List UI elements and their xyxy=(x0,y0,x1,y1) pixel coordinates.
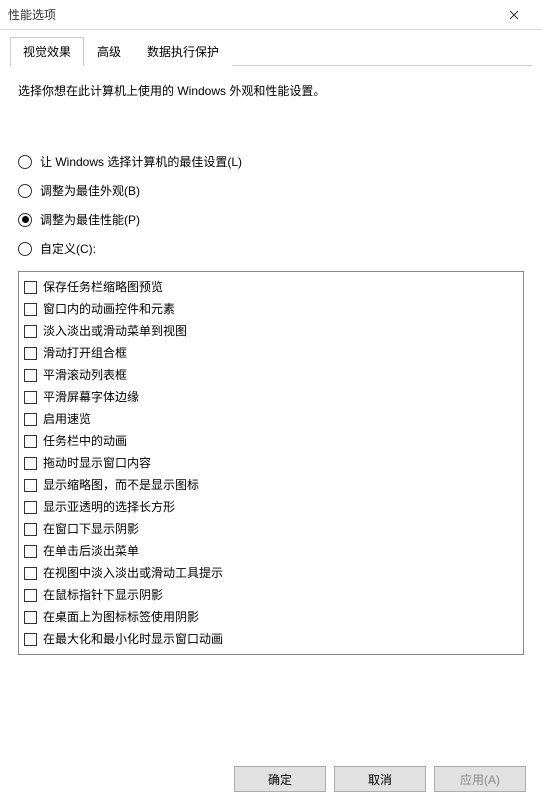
checkbox-label: 平滑滚动列表框 xyxy=(43,366,127,384)
checkbox-icon xyxy=(24,325,37,338)
checkbox-label: 在窗口下显示阴影 xyxy=(43,520,139,538)
tab-label: 数据执行保护 xyxy=(147,45,219,59)
radio-icon xyxy=(18,184,32,198)
radio-label: 调整为最佳外观(B) xyxy=(40,182,140,199)
tab-dep[interactable]: 数据执行保护 xyxy=(134,37,232,66)
description-text: 选择你想在此计算机上使用的 Windows 外观和性能设置。 xyxy=(18,82,524,99)
checkbox-item[interactable]: 淡入淡出或滑动菜单到视图 xyxy=(23,320,519,342)
radio-label: 自定义(C): xyxy=(40,240,96,257)
window-title: 性能选项 xyxy=(8,6,494,23)
checkbox-label: 滑动打开组合框 xyxy=(43,344,127,362)
button-label: 确定 xyxy=(268,771,292,788)
close-button[interactable] xyxy=(494,1,534,29)
close-icon xyxy=(509,10,519,20)
dialog-content: 视觉效果 高级 数据执行保护 选择你想在此计算机上使用的 Windows 外观和… xyxy=(0,30,542,806)
checkbox-label: 在视图中淡入淡出或滑动工具提示 xyxy=(43,564,223,582)
checkbox-label: 显示亚透明的选择长方形 xyxy=(43,498,175,516)
checkbox-label: 平滑屏幕字体边缘 xyxy=(43,388,139,406)
checkbox-item[interactable]: 在桌面上为图标标签使用阴影 xyxy=(23,606,519,628)
checkbox-item[interactable]: 显示亚透明的选择长方形 xyxy=(23,496,519,518)
checkbox-label: 在鼠标指针下显示阴影 xyxy=(43,586,163,604)
checkbox-label: 保存任务栏缩略图预览 xyxy=(43,278,163,296)
checkbox-item[interactable]: 在窗口下显示阴影 xyxy=(23,518,519,540)
tab-label: 高级 xyxy=(97,45,121,59)
tab-visual-effects[interactable]: 视觉效果 xyxy=(10,37,84,66)
checkbox-icon xyxy=(24,347,37,360)
checkbox-icon xyxy=(24,435,37,448)
checkbox-item[interactable]: 保存任务栏缩略图预览 xyxy=(23,276,519,298)
checkbox-label: 在最大化和最小化时显示窗口动画 xyxy=(43,630,223,648)
checkbox-icon xyxy=(24,479,37,492)
checkbox-item[interactable]: 任务栏中的动画 xyxy=(23,430,519,452)
checkbox-label: 任务栏中的动画 xyxy=(43,432,127,450)
checkbox-icon xyxy=(24,281,37,294)
checkbox-label: 窗口内的动画控件和元素 xyxy=(43,300,175,318)
checkbox-label: 拖动时显示窗口内容 xyxy=(43,454,151,472)
tab-strip: 视觉效果 高级 数据执行保护 xyxy=(10,36,532,66)
checkbox-label: 启用速览 xyxy=(43,410,91,428)
tab-body: 选择你想在此计算机上使用的 Windows 外观和性能设置。 让 Windows… xyxy=(10,80,532,754)
checkbox-icon xyxy=(24,633,37,646)
radio-icon xyxy=(18,242,32,256)
checkbox-item[interactable]: 平滑滚动列表框 xyxy=(23,364,519,386)
checkbox-label: 在桌面上为图标标签使用阴影 xyxy=(43,608,199,626)
checkbox-item[interactable]: 在鼠标指针下显示阴影 xyxy=(23,584,519,606)
radio-icon xyxy=(18,155,32,169)
checkbox-label: 淡入淡出或滑动菜单到视图 xyxy=(43,322,187,340)
checkbox-icon xyxy=(24,501,37,514)
visual-options-list[interactable]: 保存任务栏缩略图预览窗口内的动画控件和元素淡入淡出或滑动菜单到视图滑动打开组合框… xyxy=(18,271,524,655)
radio-best-appearance[interactable]: 调整为最佳外观(B) xyxy=(18,176,524,205)
checkbox-item[interactable]: 在最大化和最小化时显示窗口动画 xyxy=(23,628,519,650)
checkbox-item[interactable]: 窗口内的动画控件和元素 xyxy=(23,298,519,320)
checkbox-icon xyxy=(24,303,37,316)
apply-button[interactable]: 应用(A) xyxy=(434,766,526,792)
checkbox-item[interactable]: 平滑屏幕字体边缘 xyxy=(23,386,519,408)
radio-best-performance[interactable]: 调整为最佳性能(P) xyxy=(18,205,524,234)
checkbox-icon xyxy=(24,523,37,536)
button-label: 应用(A) xyxy=(460,771,500,788)
ok-button[interactable]: 确定 xyxy=(234,766,326,792)
checkbox-item[interactable]: 拖动时显示窗口内容 xyxy=(23,452,519,474)
radio-label: 调整为最佳性能(P) xyxy=(40,211,140,228)
cancel-button[interactable]: 取消 xyxy=(334,766,426,792)
checkbox-icon xyxy=(24,589,37,602)
radio-custom[interactable]: 自定义(C): xyxy=(18,234,524,263)
checkbox-label: 显示缩略图，而不是显示图标 xyxy=(43,476,199,494)
tab-label: 视觉效果 xyxy=(23,45,71,59)
checkbox-item[interactable]: 在视图中淡入淡出或滑动工具提示 xyxy=(23,562,519,584)
button-label: 取消 xyxy=(368,771,392,788)
checkbox-item[interactable]: 启用速览 xyxy=(23,408,519,430)
radio-let-windows-choose[interactable]: 让 Windows 选择计算机的最佳设置(L) xyxy=(18,147,524,176)
radio-group: 让 Windows 选择计算机的最佳设置(L) 调整为最佳外观(B) 调整为最佳… xyxy=(18,147,524,263)
checkbox-icon xyxy=(24,567,37,580)
dialog-buttons: 确定 取消 应用(A) xyxy=(10,754,532,796)
radio-label: 让 Windows 选择计算机的最佳设置(L) xyxy=(40,153,242,170)
checkbox-icon xyxy=(24,391,37,404)
checkbox-item[interactable]: 滑动打开组合框 xyxy=(23,342,519,364)
checkbox-icon xyxy=(24,611,37,624)
checkbox-item[interactable]: 显示缩略图，而不是显示图标 xyxy=(23,474,519,496)
checkbox-icon xyxy=(24,457,37,470)
checkbox-icon xyxy=(24,545,37,558)
radio-icon xyxy=(18,213,32,227)
titlebar: 性能选项 xyxy=(0,0,542,30)
tab-advanced[interactable]: 高级 xyxy=(84,37,134,66)
checkbox-icon xyxy=(24,369,37,382)
checkbox-icon xyxy=(24,413,37,426)
checkbox-label: 在单击后淡出菜单 xyxy=(43,542,139,560)
checkbox-item[interactable]: 在单击后淡出菜单 xyxy=(23,540,519,562)
